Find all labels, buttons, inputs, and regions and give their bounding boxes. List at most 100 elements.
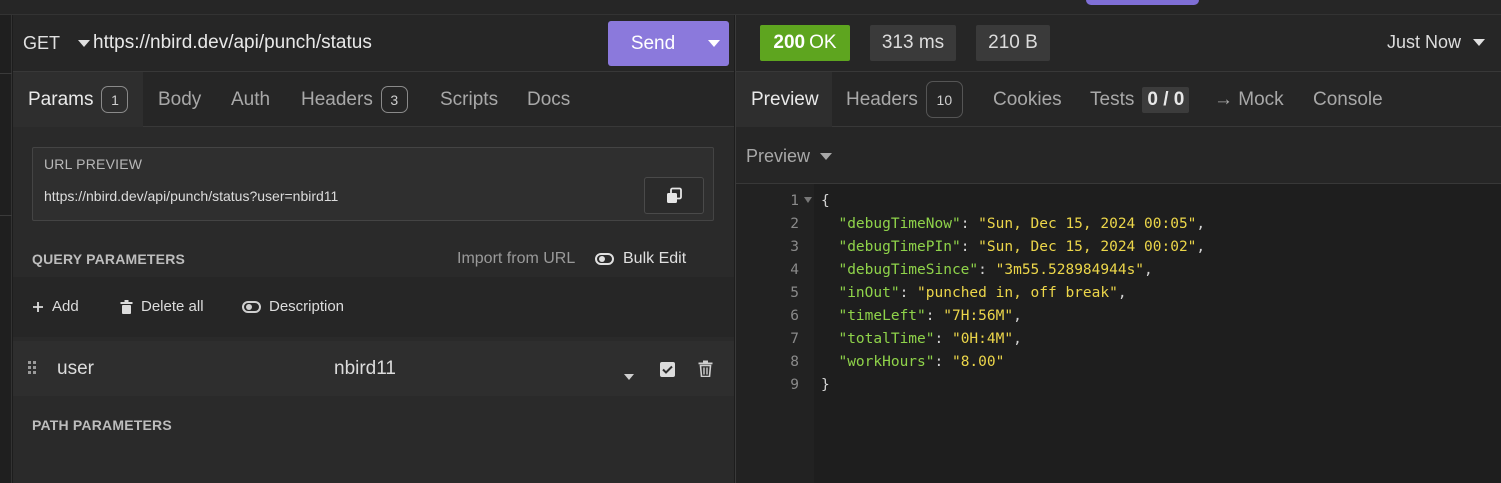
add-label: Add [52,298,79,315]
request-pane: GET https://nbird.dev/api/punch/status S… [13,15,734,483]
code-line: 4 "debugTimeSince": "3m55.528984944s", [736,262,1501,285]
tab-docs[interactable]: Docs [527,72,570,127]
chevron-down-icon [820,153,833,160]
response-body-viewer[interactable]: 1 {2 "debugTimeNow": "Sun, Dec 15, 2024 0… [736,184,1501,483]
json-separator: , [1196,216,1206,232]
top-strip [0,0,1501,15]
json-entry: "totalTime": "0H:4M", [838,331,1022,347]
delete-param-button[interactable] [698,360,713,380]
line-number: 4 [790,262,799,278]
response-pane: 200 OK 313 ms 210 B Just Now Preview Hea… [735,15,1501,483]
tab-params[interactable]: Params 1 [13,72,143,127]
tab-auth[interactable]: Auth [231,72,270,127]
tab-label: Docs [527,88,571,110]
json-key: "debugTimeNow" [838,216,961,232]
bulk-edit-toggle[interactable]: Bulk Edit [595,250,686,268]
json-separator: , [1117,285,1127,301]
chevron-down-icon [1473,39,1486,46]
description-label: Description [269,298,345,315]
top-indicator [1086,0,1199,5]
method-select[interactable]: GET [23,33,91,54]
import-from-url-link[interactable]: Import from URL [457,250,575,268]
json-entry: "debugTimeSince": "3m55.528984944s", [838,262,1153,278]
tab-label: Console [1313,88,1383,110]
tab-label: Scripts [440,88,499,110]
line-number: 2 [790,216,799,232]
trash-icon [120,299,133,314]
line-number: 1 [790,193,799,209]
timestamp-label: Just Now [1387,32,1462,52]
delete-all-button[interactable]: Delete all [120,298,204,315]
chevron-down-icon [78,40,91,47]
tab-headers[interactable]: Headers 3 [301,72,408,127]
method-label: GET [23,33,61,53]
fold-toggle-icon[interactable] [804,197,812,203]
history-dropdown[interactable]: Just Now [1387,32,1486,53]
json-brace: { [821,193,830,209]
code-line: 3 "debugTimePIn": "Sun, Dec 15, 2024 00:… [736,239,1501,262]
response-status-bar: 200 OK 313 ms 210 B Just Now [736,15,1501,72]
response-size-badge: 210 B [976,25,1050,61]
toggle-icon [595,253,614,265]
chevron-down-icon [624,374,634,380]
response-time-badge: 313 ms [870,25,956,61]
tab-mock[interactable]: → Mock [1214,72,1284,127]
tab-body[interactable]: Body [158,72,201,127]
line-number: 6 [790,308,799,324]
json-key: "totalTime" [838,331,935,347]
param-actions-bar: Add Delete all Description [13,277,734,337]
left-sidebar-edge [0,15,12,483]
json-value: "Sun, Dec 15, 2024 00:02" [978,239,1197,255]
preview-mode-dropdown[interactable]: Preview [746,146,833,167]
tab-scripts[interactable]: Scripts [440,72,498,127]
send-options-button[interactable] [698,21,729,66]
param-value-input[interactable]: nbird11 [334,358,396,380]
code-line: 5 "inOut": "punched in, off break", [736,285,1501,308]
table-row: user nbird11 [13,341,734,396]
url-input[interactable]: https://nbird.dev/api/punch/status [93,32,372,54]
tab-label: Auth [231,88,271,110]
tab-tests[interactable]: Tests 0 / 0 [1090,72,1190,127]
json-entry: "debugTimeNow": "Sun, Dec 15, 2024 00:05… [838,216,1206,232]
headers-count-badge: 10 [925,81,963,118]
tab-preview[interactable]: Preview [736,72,832,127]
json-value: "8.00" [951,354,1005,370]
status-code: 200 [773,32,806,53]
tab-cookies[interactable]: Cookies [993,72,1062,127]
add-param-button[interactable]: Add [32,298,79,315]
line-number: 8 [790,354,799,370]
url-preview-box: URL PREVIEW https://nbird.dev/api/punch/… [32,147,714,221]
url-preview-title: URL PREVIEW [44,156,143,172]
line-number: 7 [790,331,799,347]
json-entry: "timeLeft": "7H:56M", [838,308,1022,324]
tab-response-headers[interactable]: Headers 10 [846,72,963,127]
tab-label: Headers [846,88,918,110]
json-value: "0H:4M" [951,331,1014,347]
param-type-dropdown[interactable] [624,367,634,383]
code-line: 6 "timeLeft": "7H:56M", [736,308,1501,331]
plus-icon [33,301,43,312]
json-key: "inOut" [838,285,900,301]
send-button[interactable]: Send [608,21,729,66]
preview-mode-label: Preview [746,146,811,166]
copy-icon [667,187,682,203]
description-toggle[interactable]: Description [242,298,344,315]
tab-label: Tests [1090,88,1135,110]
tab-label: Body [158,88,202,110]
json-entry: "workHours": "8.00" [838,354,1005,370]
params-count-badge: 1 [101,86,129,113]
request-tabs: Params 1 Body Auth Headers 3 Scripts Doc… [13,72,734,127]
json-value: "7H:56M" [943,308,1014,324]
bulk-edit-label: Bulk Edit [623,250,687,267]
json-value: "Sun, Dec 15, 2024 00:05" [978,216,1197,232]
drag-handle-icon[interactable] [28,361,31,376]
line-number: 5 [790,285,799,301]
param-key-input[interactable]: user [57,358,94,380]
json-separator: , [1013,331,1022,347]
json-key: "debugTimePIn" [838,239,961,255]
tab-label: → Mock [1214,88,1284,110]
tab-console[interactable]: Console [1313,72,1383,127]
param-enabled-checkbox[interactable] [660,362,675,377]
tab-label: Preview [751,88,819,110]
copy-url-button[interactable] [644,177,704,214]
